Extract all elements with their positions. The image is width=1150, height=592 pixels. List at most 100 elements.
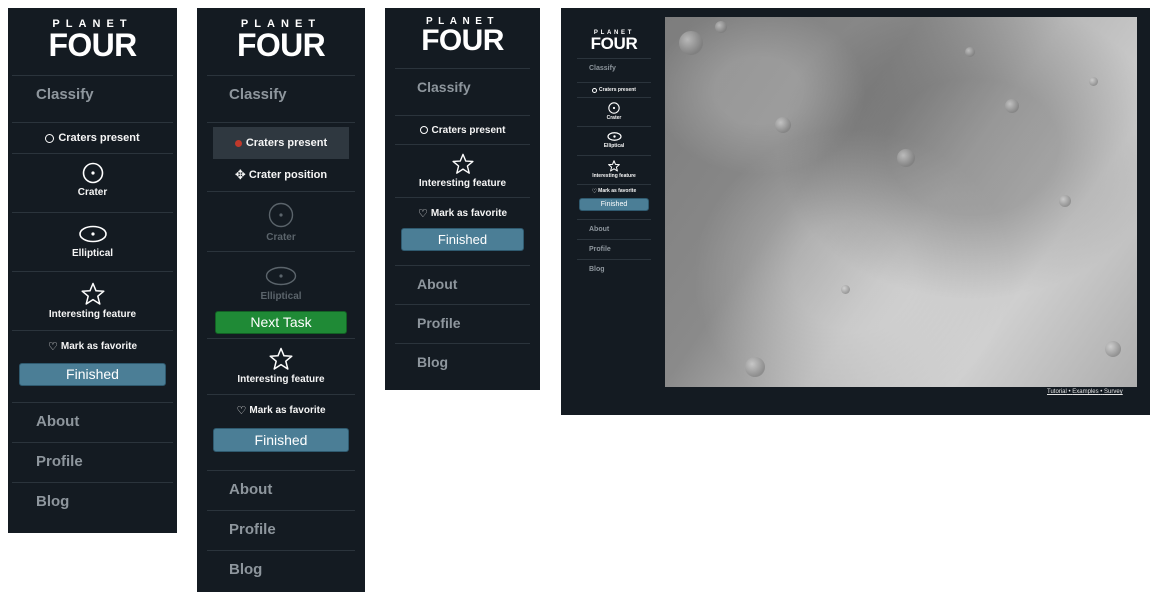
circle-outline-icon <box>419 126 428 134</box>
interesting-feature-tool[interactable]: Interesting feature <box>197 339 365 394</box>
crosshair-move-icon: ✥ <box>234 167 246 182</box>
finished-button[interactable]: Finished <box>213 428 349 452</box>
next-task-button[interactable]: Next Task <box>215 311 347 334</box>
interesting-feature-label: Interesting feature <box>48 309 137 320</box>
mark-favorite-button[interactable]: ♡ Mark as favorite <box>385 198 540 228</box>
survey-link[interactable]: Survey <box>1104 389 1123 395</box>
craters-present-button[interactable]: Craters present <box>385 116 540 144</box>
surface-crater <box>897 149 915 167</box>
nav-about[interactable]: About <box>577 220 651 239</box>
star-outline-icon <box>197 347 365 371</box>
finished-button[interactable]: Finished <box>401 228 524 251</box>
nav-profile[interactable]: Profile <box>385 305 540 343</box>
panel-3-sidebar: PLANET FOUR Classify Craters present Int… <box>385 8 540 390</box>
nav-classify[interactable]: Classify <box>385 69 540 105</box>
planet-four-logo[interactable]: PLANET FOUR <box>577 30 651 58</box>
planet-four-logo[interactable]: PLANET FOUR <box>385 8 540 68</box>
interesting-feature-tool[interactable]: Interesting feature <box>577 156 651 184</box>
nav-blog[interactable]: Blog <box>385 344 540 382</box>
circle-dot-icon <box>577 102 651 114</box>
interesting-feature-label: Interesting feature <box>592 173 636 179</box>
mini-sidebar: PLANET FOUR Classify Craters present Cra… <box>577 30 651 279</box>
examples-link[interactable]: Examples <box>1072 389 1098 395</box>
heart-outline-icon: ♡ <box>417 207 428 220</box>
elliptical-label: Elliptical <box>71 248 114 259</box>
nav-blog[interactable]: Blog <box>197 551 365 590</box>
craters-present-label: Craters present <box>599 87 636 93</box>
panel-4-full-view: PLANET FOUR Classify Craters present Cra… <box>561 8 1150 415</box>
surface-crater <box>1105 341 1121 357</box>
crater-label: Crater <box>266 232 296 243</box>
planet-four-logo[interactable]: PLANET FOUR <box>197 8 365 75</box>
surface-crater <box>679 31 703 55</box>
craters-present-button[interactable]: Craters present <box>8 123 177 153</box>
footer-links: Tutorial • Examples • Survey <box>1047 389 1123 395</box>
mark-favorite-button[interactable]: ♡ Mark as favorite <box>197 395 365 425</box>
nav-about[interactable]: About <box>385 266 540 304</box>
interesting-feature-tool[interactable]: Interesting feature <box>385 145 540 197</box>
crater-tool[interactable]: Crater <box>577 98 651 126</box>
circle-dot-icon <box>8 162 177 184</box>
craters-present-label: Craters present <box>431 124 506 136</box>
nav-blog[interactable]: Blog <box>577 260 651 279</box>
mark-favorite-button[interactable]: ♡ Mark as favorite <box>8 331 177 361</box>
logo-main: FOUR <box>236 27 326 63</box>
circle-dot-icon <box>197 202 365 228</box>
red-dot-icon <box>234 139 242 147</box>
surface-crater <box>841 285 850 294</box>
elliptical-tool[interactable]: Elliptical <box>577 127 651 155</box>
crater-tool[interactable]: Crater <box>8 154 177 212</box>
finished-button[interactable]: Finished <box>579 198 649 211</box>
craters-present-button-selected[interactable]: Craters present <box>213 127 349 159</box>
surface-crater <box>1059 195 1071 207</box>
finished-button[interactable]: Finished <box>19 363 166 386</box>
crater-label: Crater <box>606 115 622 121</box>
nav-classify[interactable]: Classify <box>8 76 177 114</box>
surface-crater <box>775 117 791 133</box>
logo-main: FOUR <box>48 27 137 63</box>
surface-crater <box>745 357 765 377</box>
panel-2-sidebar: PLANET FOUR Classify Craters present ✥ C… <box>197 8 365 592</box>
heart-outline-icon: ♡ <box>47 340 58 353</box>
crater-tool-disabled[interactable]: Crater <box>197 192 365 251</box>
mars-surface-image[interactable] <box>665 17 1137 387</box>
surface-crater <box>1005 99 1019 113</box>
planet-four-logo[interactable]: PLANET FOUR <box>8 8 177 75</box>
crater-label: Crater <box>77 187 108 198</box>
mark-favorite-label: Mark as favorite <box>598 188 637 194</box>
nav-about[interactable]: About <box>8 403 177 442</box>
interesting-feature-label: Interesting feature <box>418 178 507 189</box>
nav-about[interactable]: About <box>197 471 365 510</box>
surface-crater <box>715 21 727 33</box>
nav-profile[interactable]: Profile <box>197 511 365 550</box>
craters-present-label: Craters present <box>245 137 328 149</box>
star-outline-icon <box>385 153 540 175</box>
panel-1-sidebar: PLANET FOUR Classify Craters present Cra… <box>8 8 177 533</box>
heart-outline-icon: ♡ <box>591 188 598 195</box>
ellipse-dot-icon <box>197 266 365 286</box>
surface-crater <box>965 47 975 57</box>
circle-outline-icon <box>592 87 598 93</box>
interesting-feature-tool[interactable]: Interesting feature <box>8 272 177 330</box>
nav-classify[interactable]: Classify <box>577 59 651 82</box>
craters-present-button[interactable]: Craters present <box>577 83 651 97</box>
interesting-feature-label: Interesting feature <box>237 374 325 385</box>
mark-favorite-label: Mark as favorite <box>60 340 138 352</box>
elliptical-label: Elliptical <box>603 143 625 149</box>
logo-main: FOUR <box>421 24 504 57</box>
nav-profile[interactable]: Profile <box>577 240 651 259</box>
nav-classify[interactable]: Classify <box>197 76 365 114</box>
star-outline-icon <box>8 282 177 306</box>
nav-profile[interactable]: Profile <box>8 443 177 482</box>
nav-blog[interactable]: Blog <box>8 483 177 522</box>
mark-favorite-button[interactable]: ♡ Mark as favorite <box>577 185 651 197</box>
circle-outline-icon <box>45 133 55 143</box>
tutorial-link[interactable]: Tutorial <box>1047 389 1067 395</box>
elliptical-tool-disabled[interactable]: Elliptical <box>197 252 365 311</box>
elliptical-tool[interactable]: Elliptical <box>8 213 177 271</box>
crater-position-button[interactable]: ✥ Crater position <box>197 159 365 191</box>
ellipse-dot-icon <box>8 225 177 243</box>
craters-present-label: Craters present <box>58 132 140 144</box>
ellipse-dot-icon <box>577 132 651 141</box>
mark-favorite-label: Mark as favorite <box>430 207 508 219</box>
